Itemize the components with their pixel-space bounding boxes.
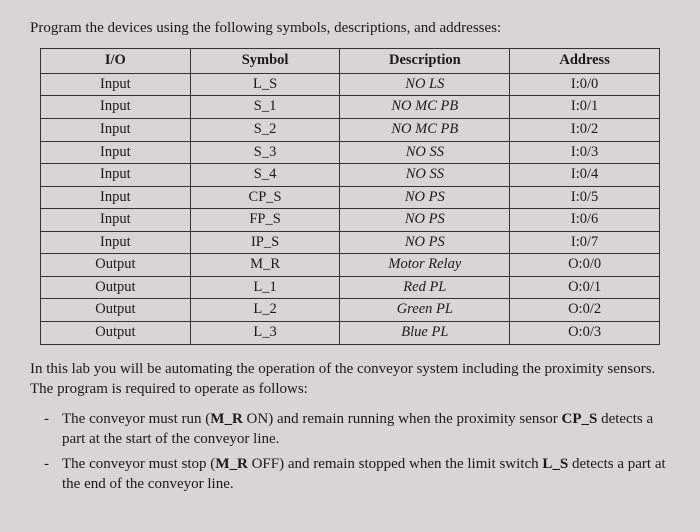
- table-row: OutputM_RMotor RelayO:0/0: [41, 254, 660, 277]
- cell-io: Output: [41, 299, 191, 322]
- cell-description: Motor Relay: [340, 254, 510, 277]
- cell-symbol: CP_S: [190, 186, 340, 209]
- cell-description: NO MC PB: [340, 96, 510, 119]
- instructions-para: In this lab you will be automating the o…: [30, 359, 670, 400]
- dash-icon: -: [44, 409, 62, 450]
- header-address: Address: [510, 49, 660, 74]
- cell-io: Input: [41, 186, 191, 209]
- cell-description: Red PL: [340, 276, 510, 299]
- cell-description: NO SS: [340, 141, 510, 164]
- cell-description: NO PS: [340, 231, 510, 254]
- cell-symbol: IP_S: [190, 231, 340, 254]
- cell-address: I:0/1: [510, 96, 660, 119]
- cell-io: Input: [41, 141, 191, 164]
- cell-symbol: S_1: [190, 96, 340, 119]
- cell-address: O:0/2: [510, 299, 660, 322]
- header-description: Description: [340, 49, 510, 74]
- cell-symbol: L_3: [190, 322, 340, 345]
- cell-address: O:0/3: [510, 322, 660, 345]
- cell-address: I:0/2: [510, 118, 660, 141]
- cell-address: O:0/1: [510, 276, 660, 299]
- table-row: InputS_4NO SSI:0/4: [41, 164, 660, 187]
- cell-io: Input: [41, 96, 191, 119]
- cell-address: I:0/3: [510, 141, 660, 164]
- cell-address: I:0/4: [510, 164, 660, 187]
- table-row: InputFP_SNO PSI:0/6: [41, 209, 660, 232]
- cell-io: Input: [41, 209, 191, 232]
- table-row: InputS_1NO MC PBI:0/1: [41, 96, 660, 119]
- cell-io: Output: [41, 322, 191, 345]
- cell-symbol: L_S: [190, 73, 340, 96]
- cell-io: Input: [41, 231, 191, 254]
- bullet-item: - The conveyor must stop (M_R OFF) and r…: [44, 454, 670, 495]
- table-row: InputL_SNO LSI:0/0: [41, 73, 660, 96]
- bullet-item: - The conveyor must run (M_R ON) and rem…: [44, 409, 670, 450]
- cell-description: Green PL: [340, 299, 510, 322]
- cell-address: O:0/0: [510, 254, 660, 277]
- table-row: InputS_3NO SSI:0/3: [41, 141, 660, 164]
- table-row: OutputL_3Blue PLO:0/3: [41, 322, 660, 345]
- cell-io: Input: [41, 73, 191, 96]
- table-body: InputL_SNO LSI:0/0InputS_1NO MC PBI:0/1I…: [41, 73, 660, 344]
- cell-description: NO PS: [340, 209, 510, 232]
- cell-description: NO LS: [340, 73, 510, 96]
- cell-io: Output: [41, 276, 191, 299]
- cell-description: NO SS: [340, 164, 510, 187]
- bullet-text: The conveyor must run (M_R ON) and remai…: [62, 409, 670, 450]
- cell-address: I:0/6: [510, 209, 660, 232]
- bullet-list: - The conveyor must run (M_R ON) and rem…: [30, 409, 670, 494]
- cell-description: NO MC PB: [340, 118, 510, 141]
- cell-symbol: S_4: [190, 164, 340, 187]
- cell-io: Input: [41, 118, 191, 141]
- header-io: I/O: [41, 49, 191, 74]
- cell-description: Blue PL: [340, 322, 510, 345]
- cell-address: I:0/5: [510, 186, 660, 209]
- header-symbol: Symbol: [190, 49, 340, 74]
- cell-symbol: L_1: [190, 276, 340, 299]
- table-row: InputS_2NO MC PBI:0/2: [41, 118, 660, 141]
- device-table: I/O Symbol Description Address InputL_SN…: [40, 48, 660, 344]
- cell-symbol: S_3: [190, 141, 340, 164]
- cell-io: Input: [41, 164, 191, 187]
- table-row: OutputL_1Red PLO:0/1: [41, 276, 660, 299]
- bullet-text: The conveyor must stop (M_R OFF) and rem…: [62, 454, 670, 495]
- cell-symbol: M_R: [190, 254, 340, 277]
- cell-address: I:0/7: [510, 231, 660, 254]
- table-row: InputCP_SNO PSI:0/5: [41, 186, 660, 209]
- cell-description: NO PS: [340, 186, 510, 209]
- table-header-row: I/O Symbol Description Address: [41, 49, 660, 74]
- table-row: OutputL_2Green PLO:0/2: [41, 299, 660, 322]
- intro-text: Program the devices using the following …: [30, 18, 670, 38]
- cell-symbol: S_2: [190, 118, 340, 141]
- cell-symbol: FP_S: [190, 209, 340, 232]
- cell-symbol: L_2: [190, 299, 340, 322]
- cell-io: Output: [41, 254, 191, 277]
- cell-address: I:0/0: [510, 73, 660, 96]
- dash-icon: -: [44, 454, 62, 495]
- table-row: InputIP_SNO PSI:0/7: [41, 231, 660, 254]
